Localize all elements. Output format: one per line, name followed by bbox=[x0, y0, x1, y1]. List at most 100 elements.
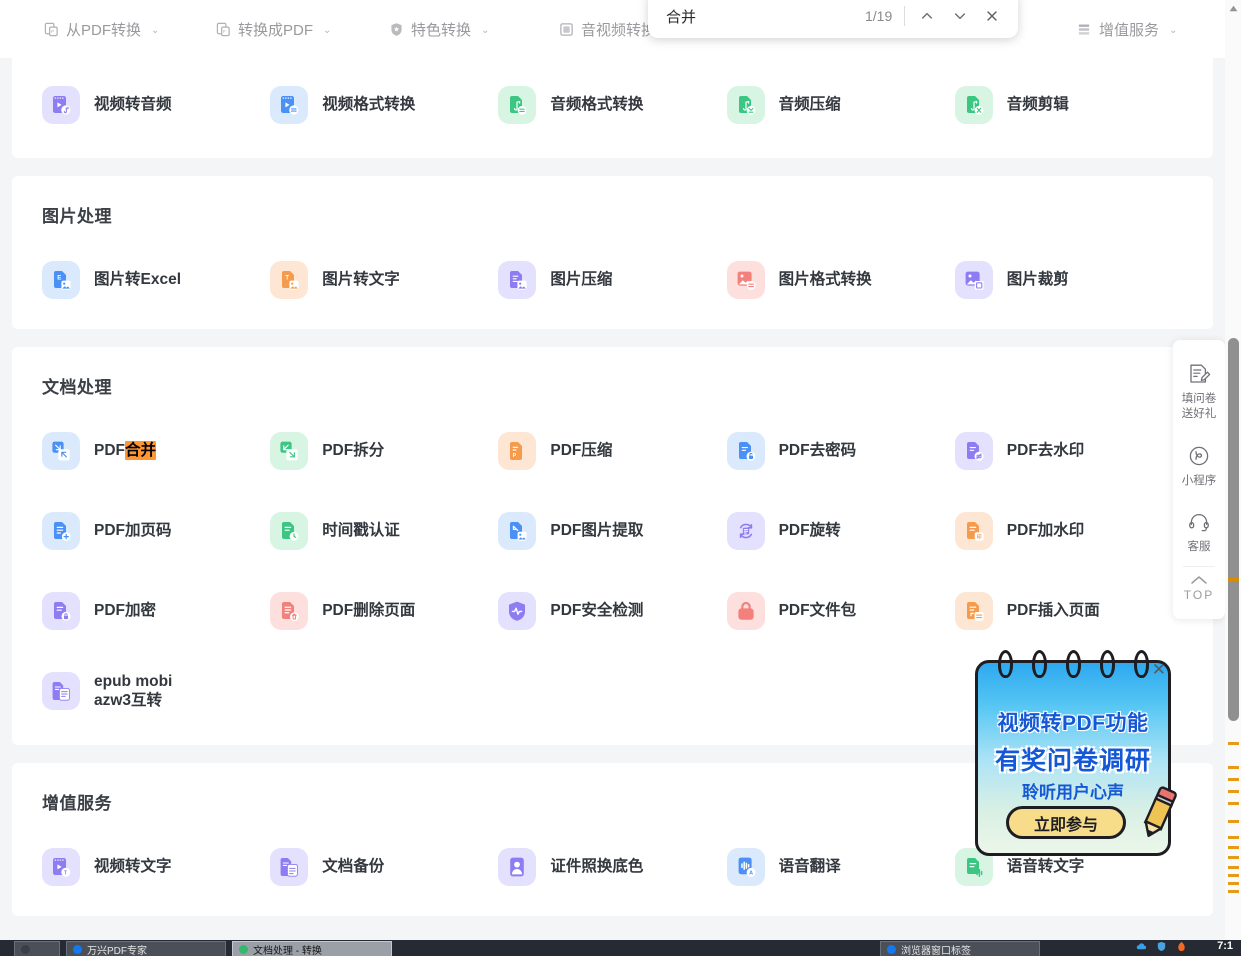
tool-document-backup[interactable]: 文档备份 bbox=[270, 847, 498, 886]
taskbar-window-button[interactable]: 文档处理 - 转换 bbox=[232, 941, 392, 956]
tool-label: PDF安全检测 bbox=[550, 602, 644, 620]
tool-image-to-text[interactable]: T 图片转文字 bbox=[270, 261, 498, 299]
find-match-counter: 1/19 bbox=[865, 8, 893, 24]
video-convert-icon bbox=[270, 86, 309, 124]
nav-item-value-added[interactable]: 增值服务 ⌄ bbox=[1077, 19, 1177, 40]
chevron-up-icon bbox=[922, 12, 933, 19]
svg-text:F: F bbox=[223, 29, 226, 34]
scrollbar-match-tick bbox=[1228, 866, 1239, 869]
rail-item-survey[interactable]: 填问卷 送好礼 bbox=[1173, 352, 1225, 434]
ring-icon bbox=[1065, 650, 1081, 678]
tool-label: 视频格式转换 bbox=[322, 96, 416, 114]
tool-pdf-package[interactable]: PDF文件包 bbox=[726, 592, 955, 630]
pdf-watermark-icon: 印 bbox=[954, 512, 993, 550]
scroll-up-button[interactable] bbox=[1225, 0, 1241, 17]
tool-voice-translate[interactable]: A 语音翻译 bbox=[726, 847, 955, 886]
promo-cta-button[interactable]: 立即参与 bbox=[1006, 806, 1126, 839]
pdf-unlock-icon bbox=[726, 432, 765, 470]
timestamp-icon bbox=[270, 512, 309, 550]
rail-item-back-to-top[interactable]: TOP bbox=[1173, 567, 1225, 613]
rail-item-label: 客服 bbox=[1187, 540, 1211, 553]
chevron-down-icon: ⌄ bbox=[1169, 25, 1178, 36]
scrollbar-match-tick bbox=[1228, 742, 1239, 745]
tool-audio-format-convert[interactable]: 音频格式转换 bbox=[498, 86, 726, 124]
find-next-button[interactable] bbox=[943, 0, 975, 33]
tool-id-photo-background[interactable]: 证件照换底色 bbox=[498, 847, 726, 886]
tool-pdf-encrypt[interactable]: PDF加密 bbox=[42, 592, 270, 630]
ring-icon bbox=[1133, 650, 1149, 678]
rail-item-support[interactable]: 客服 bbox=[1173, 500, 1225, 566]
find-previous-button[interactable] bbox=[911, 0, 943, 33]
taskbar-window-button[interactable]: 浏览器窗口标签 bbox=[880, 941, 1040, 956]
vertical-scrollbar[interactable] bbox=[1225, 0, 1241, 941]
image-compress-icon bbox=[498, 261, 537, 299]
tool-label: 图片裁剪 bbox=[1006, 271, 1069, 289]
tool-label: PDF删除页面 bbox=[322, 602, 416, 620]
svg-text:P: P bbox=[513, 453, 517, 459]
tray-flame-icon[interactable] bbox=[1176, 941, 1187, 952]
tool-ebook-convert[interactable]: epub mobi azw3互转 bbox=[42, 672, 270, 711]
video-to-text-icon: T bbox=[42, 847, 80, 886]
nav-item-to-pdf[interactable]: F 转换成PDF ⌄ bbox=[216, 19, 331, 40]
pencil-icon bbox=[1143, 786, 1177, 838]
video-to-audio-icon bbox=[42, 86, 80, 124]
close-icon bbox=[987, 11, 997, 21]
taskbar-window-button[interactable]: 万兴PDF专家 bbox=[66, 941, 226, 956]
promo-popup[interactable]: 视频转PDF功能 有奖问卷调研 聆听用户心声 立即参与 ✕ bbox=[975, 650, 1177, 856]
tool-pdf-delete-page[interactable]: PDF删除页面 bbox=[270, 592, 498, 630]
tool-pdf-remove-watermark[interactable]: PDF去水印 bbox=[954, 432, 1183, 470]
tool-audio-compress[interactable]: 音频压缩 bbox=[726, 86, 955, 124]
tool-video-to-text[interactable]: T 视频转文字 bbox=[42, 847, 270, 886]
triangle-up-icon bbox=[1229, 5, 1237, 12]
tool-pdf-add-watermark[interactable]: 印 PDF加水印 bbox=[954, 512, 1183, 550]
taskbar-app-icon bbox=[73, 944, 82, 954]
tool-label: 图片格式转换 bbox=[778, 271, 872, 289]
floating-side-rail: 填问卷 送好礼 小程序 客服 TOP bbox=[1173, 340, 1225, 620]
tool-label: PDF拆分 bbox=[322, 442, 385, 460]
tool-image-format-convert[interactable]: 图片格式转换 bbox=[726, 261, 955, 299]
tool-pdf-split[interactable]: PDF拆分 bbox=[270, 432, 498, 470]
pdf-import-icon: F bbox=[216, 22, 231, 37]
nav-item-featured[interactable]: 特色转换 ⌄ bbox=[389, 19, 489, 40]
tool-pdf-compress[interactable]: P PDF压缩 bbox=[498, 432, 726, 470]
pdf-rotate-icon bbox=[726, 512, 765, 550]
tool-image-to-excel[interactable]: E 图片转Excel bbox=[42, 261, 270, 299]
tool-video-to-audio[interactable]: 视频转音频 bbox=[42, 86, 270, 124]
tool-pdf-remove-password[interactable]: PDF去密码 bbox=[726, 432, 955, 470]
taskbar-window-button[interactable] bbox=[14, 941, 60, 956]
rail-item-label: 填问卷 送好礼 bbox=[1181, 393, 1217, 421]
taskbar-app-icon bbox=[21, 944, 30, 954]
tool-timestamp-certification[interactable]: 时间戳认证 bbox=[270, 512, 498, 550]
tool-pdf-merge[interactable]: PDF合并 bbox=[42, 432, 270, 470]
tool-video-format-convert[interactable]: 视频格式转换 bbox=[270, 86, 498, 124]
tool-pdf-insert-page[interactable]: PDF插入页面 bbox=[954, 592, 1183, 630]
tool-label: PDF文件包 bbox=[778, 602, 857, 620]
pdf-merge-icon bbox=[42, 432, 80, 470]
rail-top-label: TOP bbox=[1183, 588, 1215, 603]
tool-image-crop[interactable]: 图片裁剪 bbox=[954, 261, 1183, 299]
survey-icon bbox=[1190, 364, 1211, 383]
tool-pdf-extract-image[interactable]: PDF图片提取 bbox=[498, 512, 726, 550]
tool-label: 文档备份 bbox=[322, 858, 385, 876]
close-icon[interactable]: ✕ bbox=[1152, 661, 1166, 678]
tray-cloud-icon[interactable] bbox=[1136, 941, 1147, 952]
audio-cut-icon bbox=[954, 86, 993, 124]
section-title-document: 文档处理 bbox=[42, 378, 112, 397]
tool-image-compress[interactable]: 图片压缩 bbox=[498, 261, 726, 299]
rail-item-miniprogram[interactable]: 小程序 bbox=[1173, 434, 1225, 500]
nav-item-from-pdf[interactable]: P 从PDF转换 ⌄ bbox=[44, 19, 159, 40]
find-close-button[interactable] bbox=[976, 0, 1008, 33]
tool-label: 图片压缩 bbox=[550, 271, 613, 289]
pdf-split-icon bbox=[270, 432, 309, 470]
pdf-export-icon: P bbox=[44, 22, 59, 37]
ebook-convert-icon bbox=[42, 672, 80, 711]
tool-label: 语音翻译 bbox=[778, 858, 841, 876]
find-input[interactable] bbox=[666, 1, 865, 31]
tool-label: PDF加水印 bbox=[1006, 522, 1085, 540]
tool-pdf-rotate[interactable]: PDF旋转 bbox=[726, 512, 955, 550]
tool-pdf-add-page-number[interactable]: PDF加页码 bbox=[42, 512, 270, 550]
scrollbar-thumb[interactable] bbox=[1228, 338, 1239, 721]
tool-pdf-security-check[interactable]: PDF安全检测 bbox=[498, 592, 726, 630]
tray-shield-icon[interactable] bbox=[1156, 941, 1167, 952]
tool-audio-cut[interactable]: 音频剪辑 bbox=[954, 86, 1183, 124]
